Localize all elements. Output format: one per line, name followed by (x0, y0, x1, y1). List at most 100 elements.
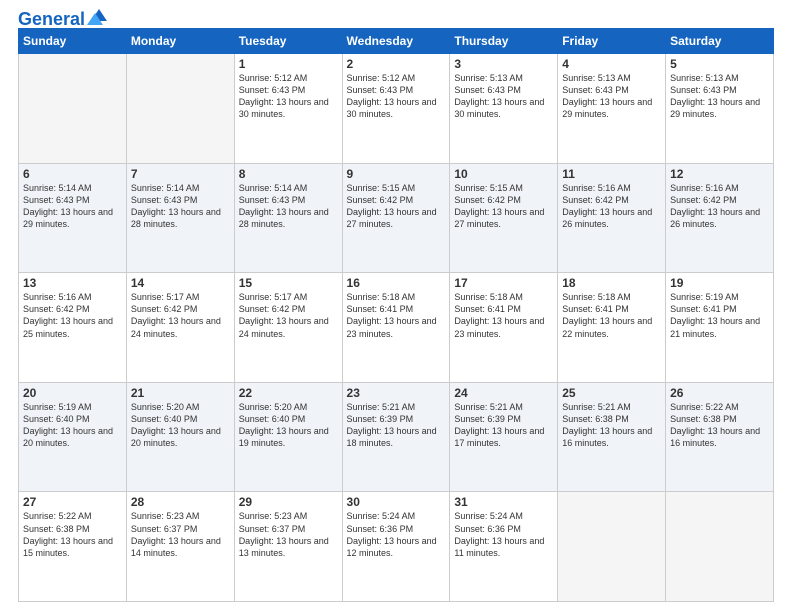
calendar-cell (19, 54, 127, 164)
day-number: 19 (670, 276, 769, 290)
day-info: Sunrise: 5:20 AMSunset: 6:40 PMDaylight:… (239, 401, 338, 450)
day-number: 10 (454, 167, 553, 181)
day-number: 22 (239, 386, 338, 400)
calendar-cell: 3Sunrise: 5:13 AMSunset: 6:43 PMDaylight… (450, 54, 558, 164)
calendar-cell: 2Sunrise: 5:12 AMSunset: 6:43 PMDaylight… (342, 54, 450, 164)
calendar-cell: 7Sunrise: 5:14 AMSunset: 6:43 PMDaylight… (126, 163, 234, 273)
calendar-cell: 13Sunrise: 5:16 AMSunset: 6:42 PMDayligh… (19, 273, 127, 383)
calendar-cell: 28Sunrise: 5:23 AMSunset: 6:37 PMDayligh… (126, 492, 234, 602)
calendar-cell: 1Sunrise: 5:12 AMSunset: 6:43 PMDaylight… (234, 54, 342, 164)
day-info: Sunrise: 5:18 AMSunset: 6:41 PMDaylight:… (562, 291, 661, 340)
calendar-header-wednesday: Wednesday (342, 29, 450, 54)
day-info: Sunrise: 5:15 AMSunset: 6:42 PMDaylight:… (454, 182, 553, 231)
day-number: 16 (347, 276, 446, 290)
day-number: 12 (670, 167, 769, 181)
calendar-cell: 8Sunrise: 5:14 AMSunset: 6:43 PMDaylight… (234, 163, 342, 273)
calendar-header-friday: Friday (558, 29, 666, 54)
calendar-cell: 6Sunrise: 5:14 AMSunset: 6:43 PMDaylight… (19, 163, 127, 273)
day-number: 21 (131, 386, 230, 400)
day-info: Sunrise: 5:21 AMSunset: 6:39 PMDaylight:… (454, 401, 553, 450)
day-number: 25 (562, 386, 661, 400)
day-info: Sunrise: 5:16 AMSunset: 6:42 PMDaylight:… (670, 182, 769, 231)
day-number: 4 (562, 57, 661, 71)
day-info: Sunrise: 5:23 AMSunset: 6:37 PMDaylight:… (239, 510, 338, 559)
calendar-header-saturday: Saturday (666, 29, 774, 54)
day-number: 5 (670, 57, 769, 71)
day-info: Sunrise: 5:16 AMSunset: 6:42 PMDaylight:… (562, 182, 661, 231)
calendar-cell: 17Sunrise: 5:18 AMSunset: 6:41 PMDayligh… (450, 273, 558, 383)
calendar-cell: 30Sunrise: 5:24 AMSunset: 6:36 PMDayligh… (342, 492, 450, 602)
day-number: 14 (131, 276, 230, 290)
calendar-week-row: 13Sunrise: 5:16 AMSunset: 6:42 PMDayligh… (19, 273, 774, 383)
header: General (18, 10, 774, 24)
day-number: 1 (239, 57, 338, 71)
day-info: Sunrise: 5:14 AMSunset: 6:43 PMDaylight:… (23, 182, 122, 231)
calendar-week-row: 1Sunrise: 5:12 AMSunset: 6:43 PMDaylight… (19, 54, 774, 164)
day-info: Sunrise: 5:24 AMSunset: 6:36 PMDaylight:… (454, 510, 553, 559)
day-info: Sunrise: 5:18 AMSunset: 6:41 PMDaylight:… (454, 291, 553, 340)
calendar-cell: 20Sunrise: 5:19 AMSunset: 6:40 PMDayligh… (19, 382, 127, 492)
calendar-week-row: 20Sunrise: 5:19 AMSunset: 6:40 PMDayligh… (19, 382, 774, 492)
day-info: Sunrise: 5:24 AMSunset: 6:36 PMDaylight:… (347, 510, 446, 559)
calendar-cell: 10Sunrise: 5:15 AMSunset: 6:42 PMDayligh… (450, 163, 558, 273)
day-number: 8 (239, 167, 338, 181)
calendar-cell: 12Sunrise: 5:16 AMSunset: 6:42 PMDayligh… (666, 163, 774, 273)
day-info: Sunrise: 5:17 AMSunset: 6:42 PMDaylight:… (239, 291, 338, 340)
calendar-week-row: 27Sunrise: 5:22 AMSunset: 6:38 PMDayligh… (19, 492, 774, 602)
calendar-cell: 4Sunrise: 5:13 AMSunset: 6:43 PMDaylight… (558, 54, 666, 164)
day-number: 7 (131, 167, 230, 181)
calendar-cell (126, 54, 234, 164)
calendar-cell: 14Sunrise: 5:17 AMSunset: 6:42 PMDayligh… (126, 273, 234, 383)
day-number: 27 (23, 495, 122, 509)
calendar-cell: 22Sunrise: 5:20 AMSunset: 6:40 PMDayligh… (234, 382, 342, 492)
logo: General (18, 10, 109, 24)
calendar-header-row: SundayMondayTuesdayWednesdayThursdayFrid… (19, 29, 774, 54)
calendar-cell (666, 492, 774, 602)
day-info: Sunrise: 5:13 AMSunset: 6:43 PMDaylight:… (562, 72, 661, 121)
day-info: Sunrise: 5:12 AMSunset: 6:43 PMDaylight:… (347, 72, 446, 121)
day-info: Sunrise: 5:12 AMSunset: 6:43 PMDaylight:… (239, 72, 338, 121)
day-info: Sunrise: 5:13 AMSunset: 6:43 PMDaylight:… (454, 72, 553, 121)
day-number: 26 (670, 386, 769, 400)
day-info: Sunrise: 5:15 AMSunset: 6:42 PMDaylight:… (347, 182, 446, 231)
calendar-cell: 25Sunrise: 5:21 AMSunset: 6:38 PMDayligh… (558, 382, 666, 492)
calendar-cell: 15Sunrise: 5:17 AMSunset: 6:42 PMDayligh… (234, 273, 342, 383)
day-info: Sunrise: 5:21 AMSunset: 6:38 PMDaylight:… (562, 401, 661, 450)
calendar-cell (558, 492, 666, 602)
day-info: Sunrise: 5:13 AMSunset: 6:43 PMDaylight:… (670, 72, 769, 121)
calendar-cell: 26Sunrise: 5:22 AMSunset: 6:38 PMDayligh… (666, 382, 774, 492)
day-number: 23 (347, 386, 446, 400)
calendar-cell: 29Sunrise: 5:23 AMSunset: 6:37 PMDayligh… (234, 492, 342, 602)
logo-text: General (18, 10, 85, 28)
day-number: 28 (131, 495, 230, 509)
day-number: 9 (347, 167, 446, 181)
calendar-cell: 31Sunrise: 5:24 AMSunset: 6:36 PMDayligh… (450, 492, 558, 602)
day-number: 18 (562, 276, 661, 290)
day-number: 30 (347, 495, 446, 509)
day-number: 20 (23, 386, 122, 400)
day-number: 13 (23, 276, 122, 290)
day-info: Sunrise: 5:17 AMSunset: 6:42 PMDaylight:… (131, 291, 230, 340)
calendar-cell: 16Sunrise: 5:18 AMSunset: 6:41 PMDayligh… (342, 273, 450, 383)
calendar-header-monday: Monday (126, 29, 234, 54)
logo-general: General (18, 9, 85, 29)
calendar-cell: 19Sunrise: 5:19 AMSunset: 6:41 PMDayligh… (666, 273, 774, 383)
day-number: 24 (454, 386, 553, 400)
calendar-header-sunday: Sunday (19, 29, 127, 54)
calendar-header-tuesday: Tuesday (234, 29, 342, 54)
calendar-table: SundayMondayTuesdayWednesdayThursdayFrid… (18, 28, 774, 602)
calendar-cell: 21Sunrise: 5:20 AMSunset: 6:40 PMDayligh… (126, 382, 234, 492)
day-info: Sunrise: 5:14 AMSunset: 6:43 PMDaylight:… (239, 182, 338, 231)
day-info: Sunrise: 5:22 AMSunset: 6:38 PMDaylight:… (670, 401, 769, 450)
day-number: 6 (23, 167, 122, 181)
calendar-cell: 23Sunrise: 5:21 AMSunset: 6:39 PMDayligh… (342, 382, 450, 492)
day-info: Sunrise: 5:18 AMSunset: 6:41 PMDaylight:… (347, 291, 446, 340)
day-info: Sunrise: 5:19 AMSunset: 6:41 PMDaylight:… (670, 291, 769, 340)
day-number: 2 (347, 57, 446, 71)
day-number: 15 (239, 276, 338, 290)
calendar-cell: 9Sunrise: 5:15 AMSunset: 6:42 PMDaylight… (342, 163, 450, 273)
day-info: Sunrise: 5:20 AMSunset: 6:40 PMDaylight:… (131, 401, 230, 450)
day-number: 31 (454, 495, 553, 509)
calendar-cell: 11Sunrise: 5:16 AMSunset: 6:42 PMDayligh… (558, 163, 666, 273)
day-info: Sunrise: 5:23 AMSunset: 6:37 PMDaylight:… (131, 510, 230, 559)
